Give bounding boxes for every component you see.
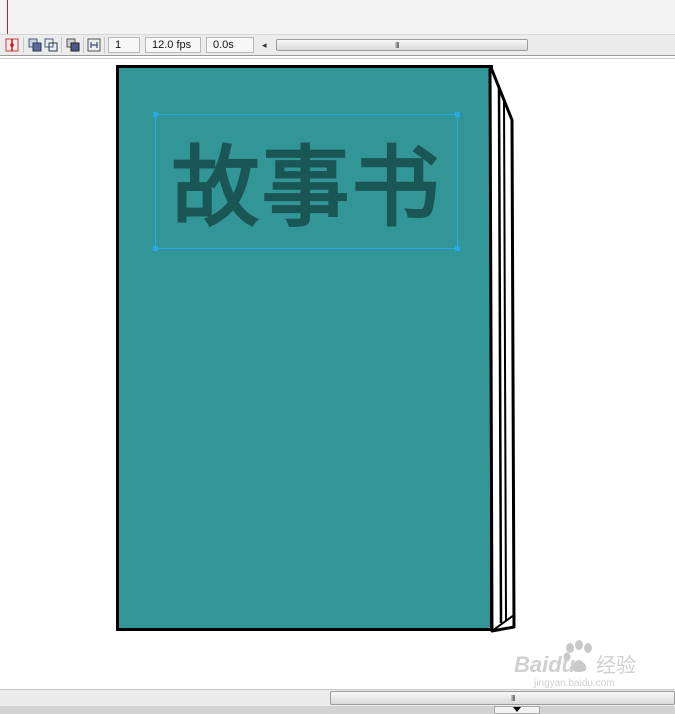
- scroll-left-icon[interactable]: ◂: [262, 40, 267, 51]
- toolbar-separator: [61, 37, 62, 53]
- stage-divider: [0, 58, 675, 59]
- playhead-line: [7, 0, 8, 34]
- timeline-horizontal-scrollbar[interactable]: III: [276, 39, 528, 51]
- selection-handle[interactable]: [153, 246, 158, 251]
- current-frame-field[interactable]: 1: [108, 37, 140, 53]
- toolbar-separator: [104, 37, 105, 53]
- stage-bottom-bar: III: [0, 689, 675, 714]
- elapsed-time-field: 0.0s: [206, 37, 254, 53]
- selection-handle[interactable]: [455, 246, 460, 251]
- onion-skin-icon[interactable]: [28, 38, 42, 52]
- baidu-jingyan-watermark: Baidu 经验 jingyan.baidu.com: [514, 640, 636, 688]
- stage-horizontal-scrollbar[interactable]: III: [330, 691, 675, 705]
- modify-onion-markers-icon[interactable]: [87, 38, 101, 52]
- onion-skin-outlines-icon[interactable]: [44, 38, 58, 52]
- selection-handle[interactable]: [153, 112, 158, 117]
- scroll-down-icon[interactable]: [513, 707, 521, 712]
- watermark-url: jingyan.baidu.com: [533, 678, 615, 688]
- watermark-brand: Baidu: [514, 652, 576, 677]
- watermark-suffix: 经验: [596, 653, 636, 677]
- selection-handle[interactable]: [455, 112, 460, 117]
- scroll-grip-icon: III: [511, 694, 516, 703]
- frame-rate-field[interactable]: 12.0 fps: [145, 37, 201, 53]
- toolbar-separator: [23, 37, 24, 53]
- text-selection-box[interactable]: [155, 114, 458, 249]
- scroll-grip-icon: III: [395, 41, 400, 50]
- edit-multiple-frames-icon[interactable]: [66, 38, 80, 52]
- timeline-frames-area: [0, 0, 675, 34]
- book-pages-side[interactable]: [488, 65, 518, 635]
- playhead-icon[interactable]: [5, 38, 19, 52]
- timeline-toolbar: 1 12.0 fps 0.0s ◂ III: [0, 34, 675, 56]
- toolbar-separator: [83, 37, 84, 53]
